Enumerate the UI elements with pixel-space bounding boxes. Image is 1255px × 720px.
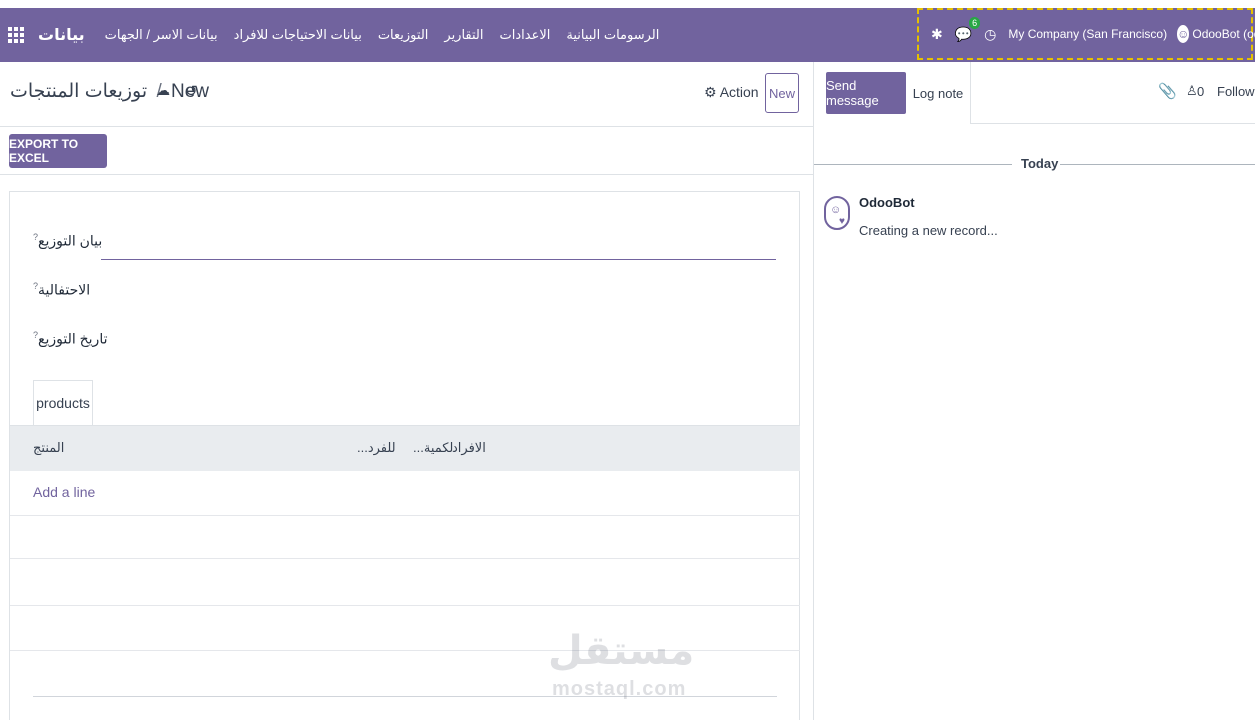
column-persons[interactable]: الافراد [452, 440, 486, 456]
date-separator: Today [1021, 156, 1059, 171]
user-avatar[interactable]: ☺ [1177, 25, 1190, 43]
gear-icon: ⚙ [704, 84, 717, 100]
add-a-line-link[interactable]: Add a line [33, 484, 95, 500]
breadcrumb-parent[interactable]: توزيعات المنتجات [10, 81, 147, 102]
odoobot-avatar: ☺ ♥ [824, 196, 850, 230]
systray: ✱ 💬 6 ◷ My Company (San Francisco) ☺ Odoo… [917, 8, 1255, 60]
menu-reports[interactable]: التقارير [436, 27, 491, 43]
divider [1060, 164, 1255, 165]
menu-families[interactable]: بيانات الاسر / الجهات [97, 27, 226, 43]
chat-badge: 6 [969, 16, 981, 29]
products-table-header: المنتج ...للفرد ...لكمية الافراد [10, 425, 800, 471]
tab-products[interactable]: products [33, 380, 93, 426]
top-navbar: بيانات بيانات الاسر / الجهات بيانات الاح… [0, 8, 1255, 62]
field-label-description: بيان التوزيع? [33, 232, 103, 249]
app-brand[interactable]: بيانات [32, 25, 97, 45]
company-switcher[interactable]: My Company (San Francisco) [1008, 27, 1167, 41]
menu-distributions[interactable]: التوزيعات [370, 27, 437, 43]
column-product[interactable]: المنتج [33, 440, 64, 456]
save-cloud-icon[interactable]: ☁ [156, 82, 170, 99]
smiley-icon: ☺ [830, 204, 842, 216]
watermark: مستقل mostaql.com [548, 628, 708, 710]
chat-icon[interactable]: 💬 6 [955, 16, 981, 43]
menu-charts[interactable]: الرسومات البيانية [558, 27, 667, 43]
followers-icon[interactable]: ♙ [1186, 83, 1198, 99]
message-author[interactable]: OdooBot [859, 195, 915, 210]
bug-icon[interactable]: ✱ [931, 26, 943, 43]
action-label: Action [719, 84, 759, 100]
column-per-person[interactable]: ...للفرد [357, 440, 396, 456]
message-body: Creating a new record... [859, 223, 998, 238]
user-menu[interactable]: OdooBot (odoo16) [1192, 27, 1255, 41]
new-button[interactable]: New [765, 73, 799, 113]
export-to-excel-button[interactable]: EXPORT TO EXCEL [9, 134, 107, 168]
clock-icon[interactable]: ◷ [984, 26, 996, 43]
table-row [10, 558, 800, 559]
table-row [10, 605, 800, 606]
paperclip-icon[interactable]: 📎 [1158, 82, 1177, 100]
divider [814, 164, 1012, 165]
breadcrumb: توزيعات المنتجات / New [10, 80, 209, 103]
watermark-latin: mostaql.com [552, 678, 687, 700]
chatter-panel: Send message Log note 📎 ♙ 0 Follow Today… [813, 62, 1255, 720]
status-bar: EXPORT TO EXCEL [0, 126, 813, 175]
control-panel: توزيعات المنتجات / New ☁ ↺ ⚙ Action New [0, 62, 813, 127]
action-menu-button[interactable]: ⚙ Action [704, 84, 759, 101]
menu-settings[interactable]: الاعدادات [492, 27, 559, 43]
description-input[interactable] [101, 258, 776, 260]
heart-icon: ♥ [839, 216, 845, 227]
watermark-arabic: مستقل [548, 629, 695, 673]
column-quantity[interactable]: ...لكمية [413, 440, 453, 456]
field-label-event: الاحتفالية? [33, 281, 91, 298]
menu-needs[interactable]: بيانات الاحتياجات للافراد [226, 27, 370, 43]
follower-count[interactable]: 0 [1197, 84, 1204, 99]
divider [970, 123, 1255, 124]
send-message-button[interactable]: Send message [826, 72, 906, 114]
field-label-date: تاريخ التوزيع? [33, 330, 108, 347]
follow-button[interactable]: Follow [1217, 84, 1255, 99]
discard-icon[interactable]: ↺ [185, 82, 198, 100]
log-note-button[interactable]: Log note [906, 62, 971, 124]
apps-grid-icon[interactable] [8, 27, 24, 43]
table-row [10, 515, 800, 516]
nav-left: بيانات بيانات الاسر / الجهات بيانات الاح… [8, 8, 667, 62]
